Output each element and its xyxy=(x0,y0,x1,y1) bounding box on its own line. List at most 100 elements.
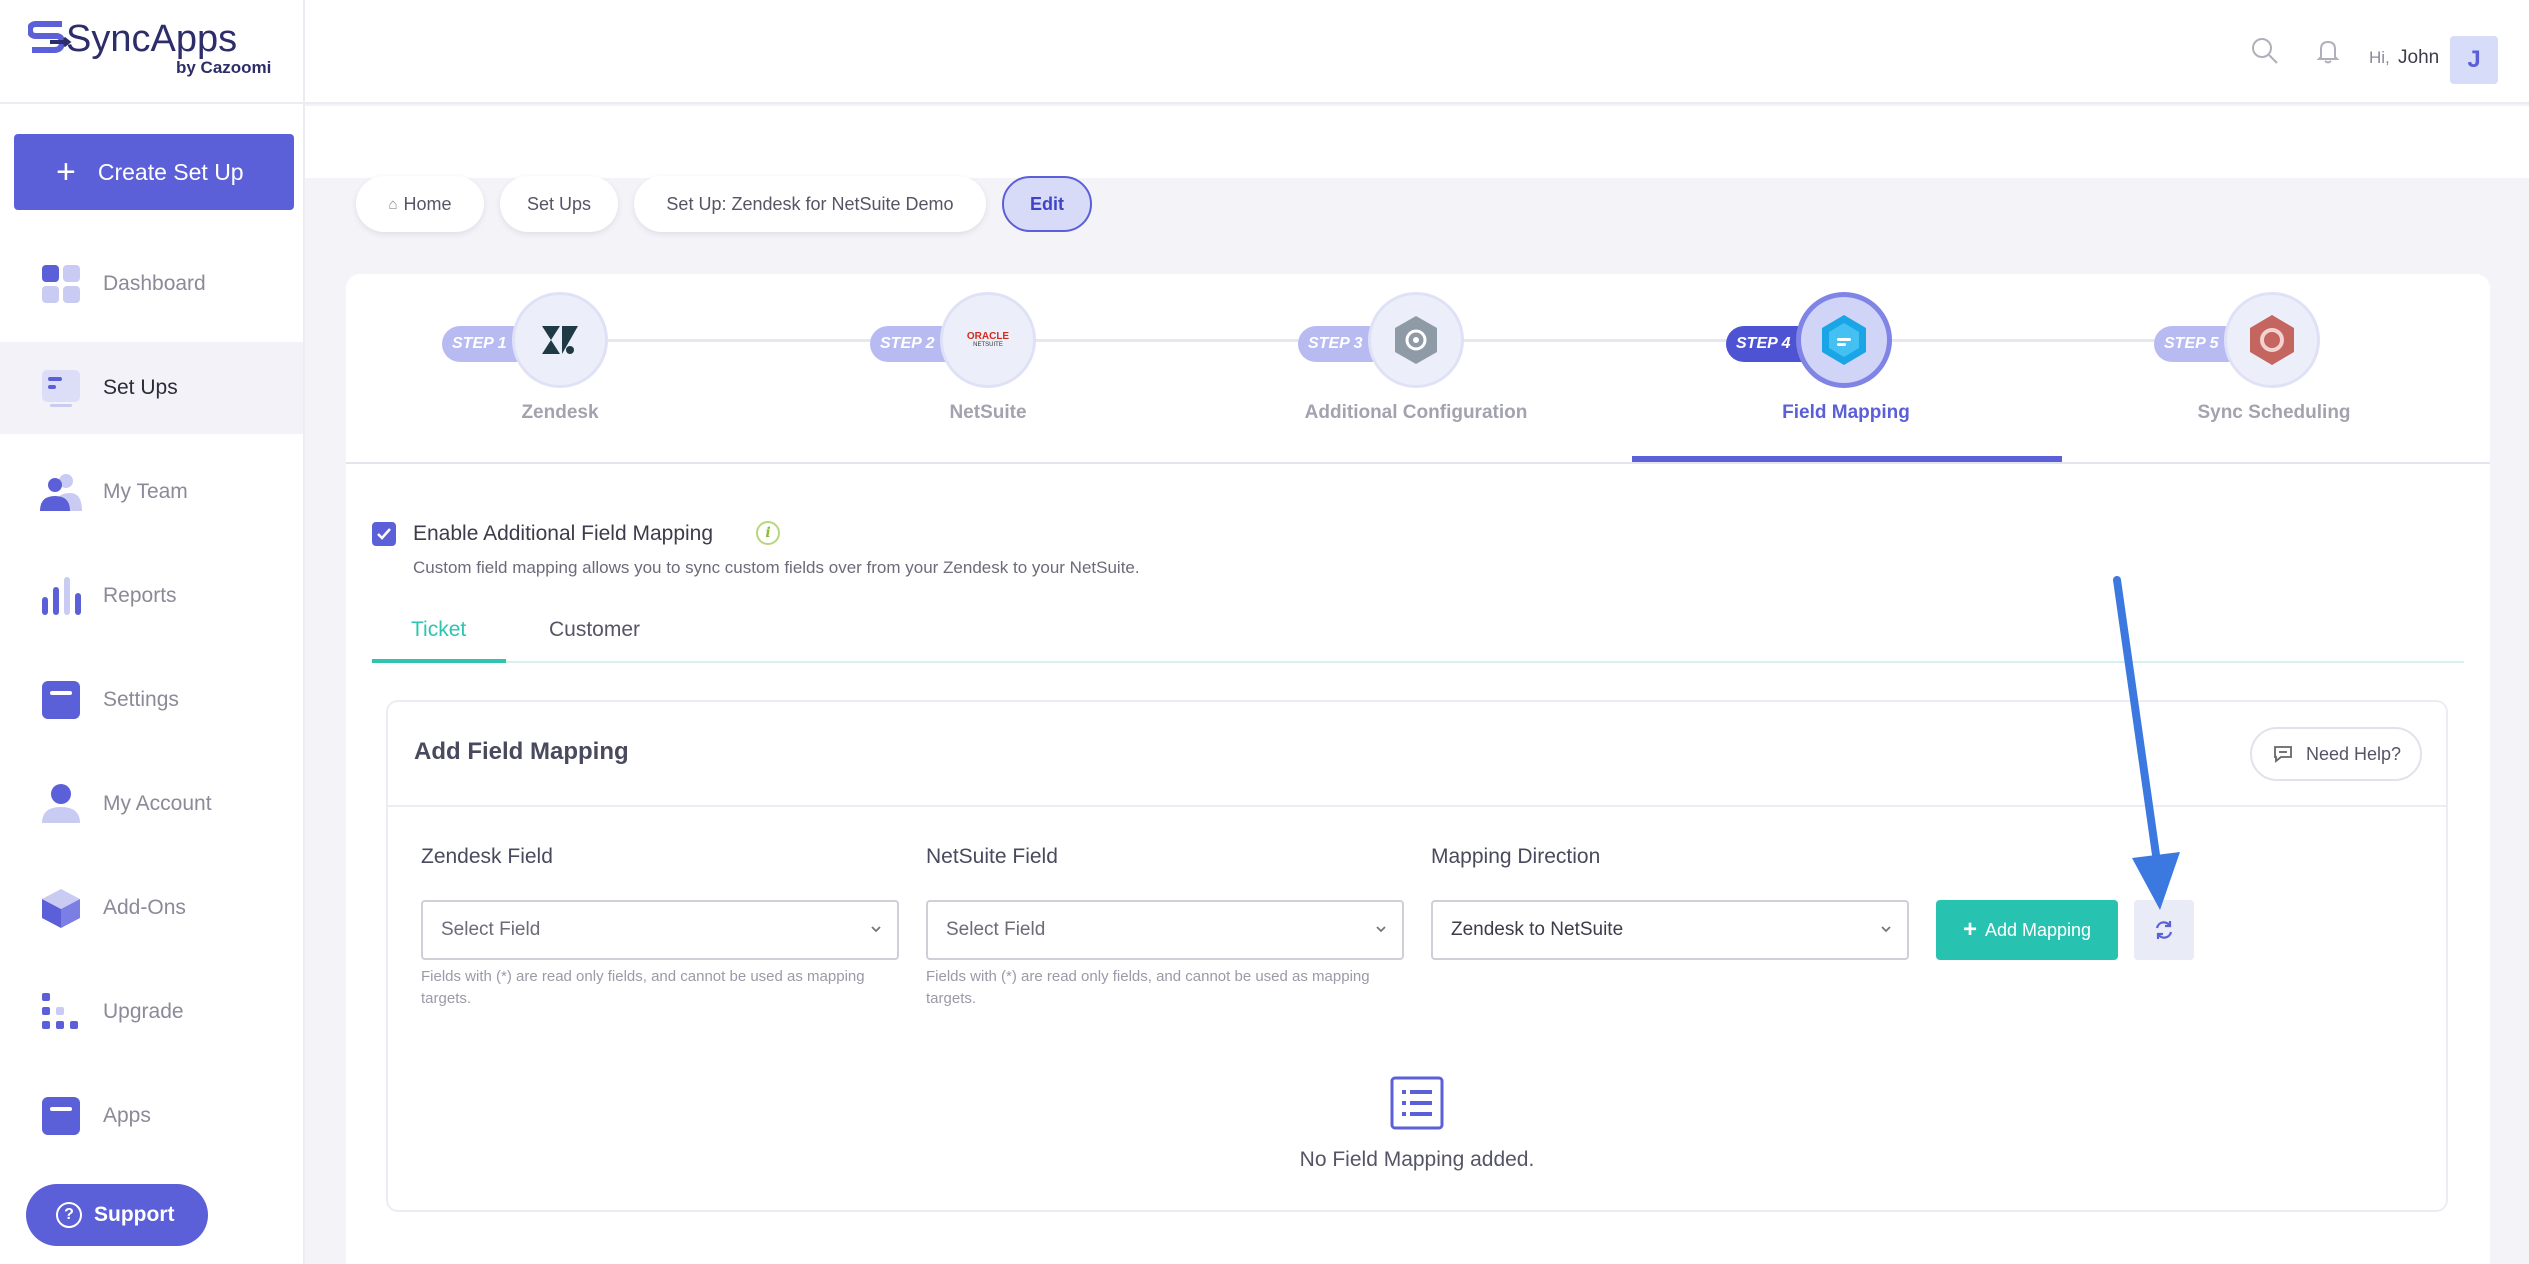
account-icon xyxy=(42,784,80,823)
breadcrumb-home[interactable]: ⌂ Home xyxy=(356,176,484,232)
help-circle-icon: ? xyxy=(56,1202,82,1228)
sidebar-item-reports[interactable]: Reports xyxy=(0,550,303,642)
mapping-description: Custom field mapping allows you to sync … xyxy=(413,558,1140,577)
add-mapping-label: Add Mapping xyxy=(1984,919,2092,940)
breadcrumb-label: Set Up: Zendesk for NetSuite Demo xyxy=(666,193,954,214)
chevron-down-icon xyxy=(871,926,881,933)
enable-mapping-label[interactable]: Enable Additional Field Mapping xyxy=(413,522,713,546)
panel-title: Add Field Mapping xyxy=(414,738,629,765)
check-icon xyxy=(377,528,391,540)
need-help-label: Need Help? xyxy=(2306,743,2402,764)
breadcrumb-edit[interactable]: Edit xyxy=(1002,176,1092,232)
create-setup-label: Create Set Up xyxy=(97,158,244,185)
sidebar-item-settings[interactable]: Settings xyxy=(0,654,303,746)
breadcrumb-label: Edit xyxy=(1030,193,1064,214)
step-1-label: Zendesk xyxy=(521,402,599,423)
list-icon xyxy=(1390,1076,1444,1130)
oracle-logo-text: ORACLE xyxy=(966,331,1010,342)
sidebar-item-setups[interactable]: Set Ups xyxy=(0,342,303,434)
sidebar-item-my-team[interactable]: My Team xyxy=(0,446,303,538)
add-mapping-button[interactable]: + Add Mapping xyxy=(1936,900,2118,960)
mapping-direction-label: Mapping Direction xyxy=(1431,845,1601,868)
info-icon[interactable]: i xyxy=(756,521,780,545)
zendesk-field-label: Zendesk Field xyxy=(421,845,553,868)
sync-scheduling-hex-icon xyxy=(2250,315,2294,365)
sidebar-item-my-account[interactable]: My Account xyxy=(0,758,303,850)
netsuite-logo-text: NETSUITE xyxy=(973,342,1003,348)
step-2-netsuite[interactable]: ORACLE NETSUITE xyxy=(940,292,1036,388)
netsuite-field-value: Select Field xyxy=(946,919,1046,940)
sidebar-item-apps[interactable]: Apps xyxy=(0,1070,303,1162)
netsuite-field-label: NetSuite Field xyxy=(926,845,1058,868)
chevron-down-icon xyxy=(1376,926,1386,933)
mapping-direction-select[interactable]: Zendesk to NetSuite xyxy=(1431,900,1909,960)
team-icon xyxy=(40,474,82,511)
breadcrumb-label: Set Ups xyxy=(526,193,592,214)
step-4-field-mapping[interactable] xyxy=(1796,292,1892,388)
avatar[interactable]: J xyxy=(2450,36,2498,84)
username[interactable]: John xyxy=(2398,47,2439,69)
apps-icon xyxy=(42,1097,80,1135)
annotation-arrow-icon xyxy=(2113,576,2180,910)
support-button[interactable]: ? Support xyxy=(26,1184,208,1246)
oracle-netsuite-logo-icon: ORACLE NETSUITE xyxy=(966,331,1010,349)
mapping-direction-value: Zendesk to NetSuite xyxy=(1451,919,1624,940)
upgrade-icon xyxy=(42,993,78,1029)
empty-state-text: No Field Mapping added. xyxy=(1299,1148,1535,1171)
addons-icon xyxy=(42,889,80,928)
active-step-indicator xyxy=(1632,456,2062,462)
home-icon: ⌂ xyxy=(388,195,398,213)
search-icon[interactable] xyxy=(2250,36,2280,66)
sidebar-item-dashboard[interactable]: Dashboard xyxy=(0,238,303,330)
plus-icon: + xyxy=(1962,916,1977,943)
sidebar-item-upgrade[interactable]: Upgrade xyxy=(0,966,303,1058)
netsuite-field-select[interactable]: Select Field xyxy=(926,900,1404,960)
setups-icon xyxy=(42,370,80,407)
netsuite-field-hint: Fields with (*) are read only fields, an… xyxy=(926,968,1370,1007)
sidebar: + Create Set Up Dashboard Set Ups My Tea… xyxy=(0,104,305,1264)
breadcrumb-label: Home xyxy=(403,193,452,214)
top-bar xyxy=(305,0,2529,104)
step-5-sync-scheduling[interactable] xyxy=(2224,292,2320,388)
step-5-label: Sync Scheduling xyxy=(2197,402,2351,423)
enable-mapping-checkbox[interactable] xyxy=(372,522,396,546)
sidebar-item-label: Settings xyxy=(103,688,179,711)
step-4-label: Field Mapping xyxy=(1782,402,1910,423)
chat-help-icon xyxy=(2274,746,2292,763)
settings-icon xyxy=(42,681,80,719)
bell-icon[interactable] xyxy=(2313,36,2343,66)
step-1-zendesk[interactable] xyxy=(512,292,608,388)
active-tab-indicator xyxy=(372,659,506,663)
zendesk-field-value: Select Field xyxy=(441,919,541,940)
zendesk-logo-icon xyxy=(542,326,578,354)
step-2-label: NetSuite xyxy=(949,402,1027,423)
sidebar-item-label: Dashboard xyxy=(103,272,206,295)
brand-logo[interactable]: SyncApps by Cazoomi xyxy=(0,0,305,104)
breadcrumb-setup[interactable]: Set Up: Zendesk for NetSuite Demo xyxy=(634,176,986,232)
tab-customer[interactable]: Customer xyxy=(549,618,640,642)
gear-hex-icon xyxy=(1395,316,1437,364)
sidebar-item-label: Upgrade xyxy=(103,1000,184,1023)
reports-icon xyxy=(42,577,81,615)
dashboard-icon xyxy=(42,265,80,303)
chevron-down-icon xyxy=(1881,926,1891,933)
step-3-additional[interactable] xyxy=(1368,292,1464,388)
need-help-button[interactable]: Need Help? xyxy=(2250,727,2422,781)
step-3-label: Additional Configuration xyxy=(1304,402,1528,423)
field-mapping-hex-icon xyxy=(1822,315,1866,365)
sidebar-item-label: Add-Ons xyxy=(103,896,186,919)
create-setup-button[interactable]: + Create Set Up xyxy=(14,134,294,210)
sub-header xyxy=(305,106,2529,178)
tab-ticket[interactable]: Ticket xyxy=(411,618,466,642)
zendesk-field-hint: Fields with (*) are read only fields, an… xyxy=(421,968,865,1007)
sidebar-item-label: Reports xyxy=(103,584,177,607)
plus-icon: + xyxy=(56,153,76,191)
sidebar-item-label: Apps xyxy=(103,1104,151,1127)
refresh-icon xyxy=(2155,921,2173,939)
sidebar-item-label: My Account xyxy=(103,792,212,815)
sidebar-item-add-ons[interactable]: Add-Ons xyxy=(0,862,303,954)
sidebar-item-label: My Team xyxy=(103,480,188,503)
zendesk-field-select[interactable]: Select Field xyxy=(421,900,899,960)
support-label: Support xyxy=(94,1203,175,1226)
breadcrumb-setups[interactable]: Set Ups xyxy=(500,176,618,232)
